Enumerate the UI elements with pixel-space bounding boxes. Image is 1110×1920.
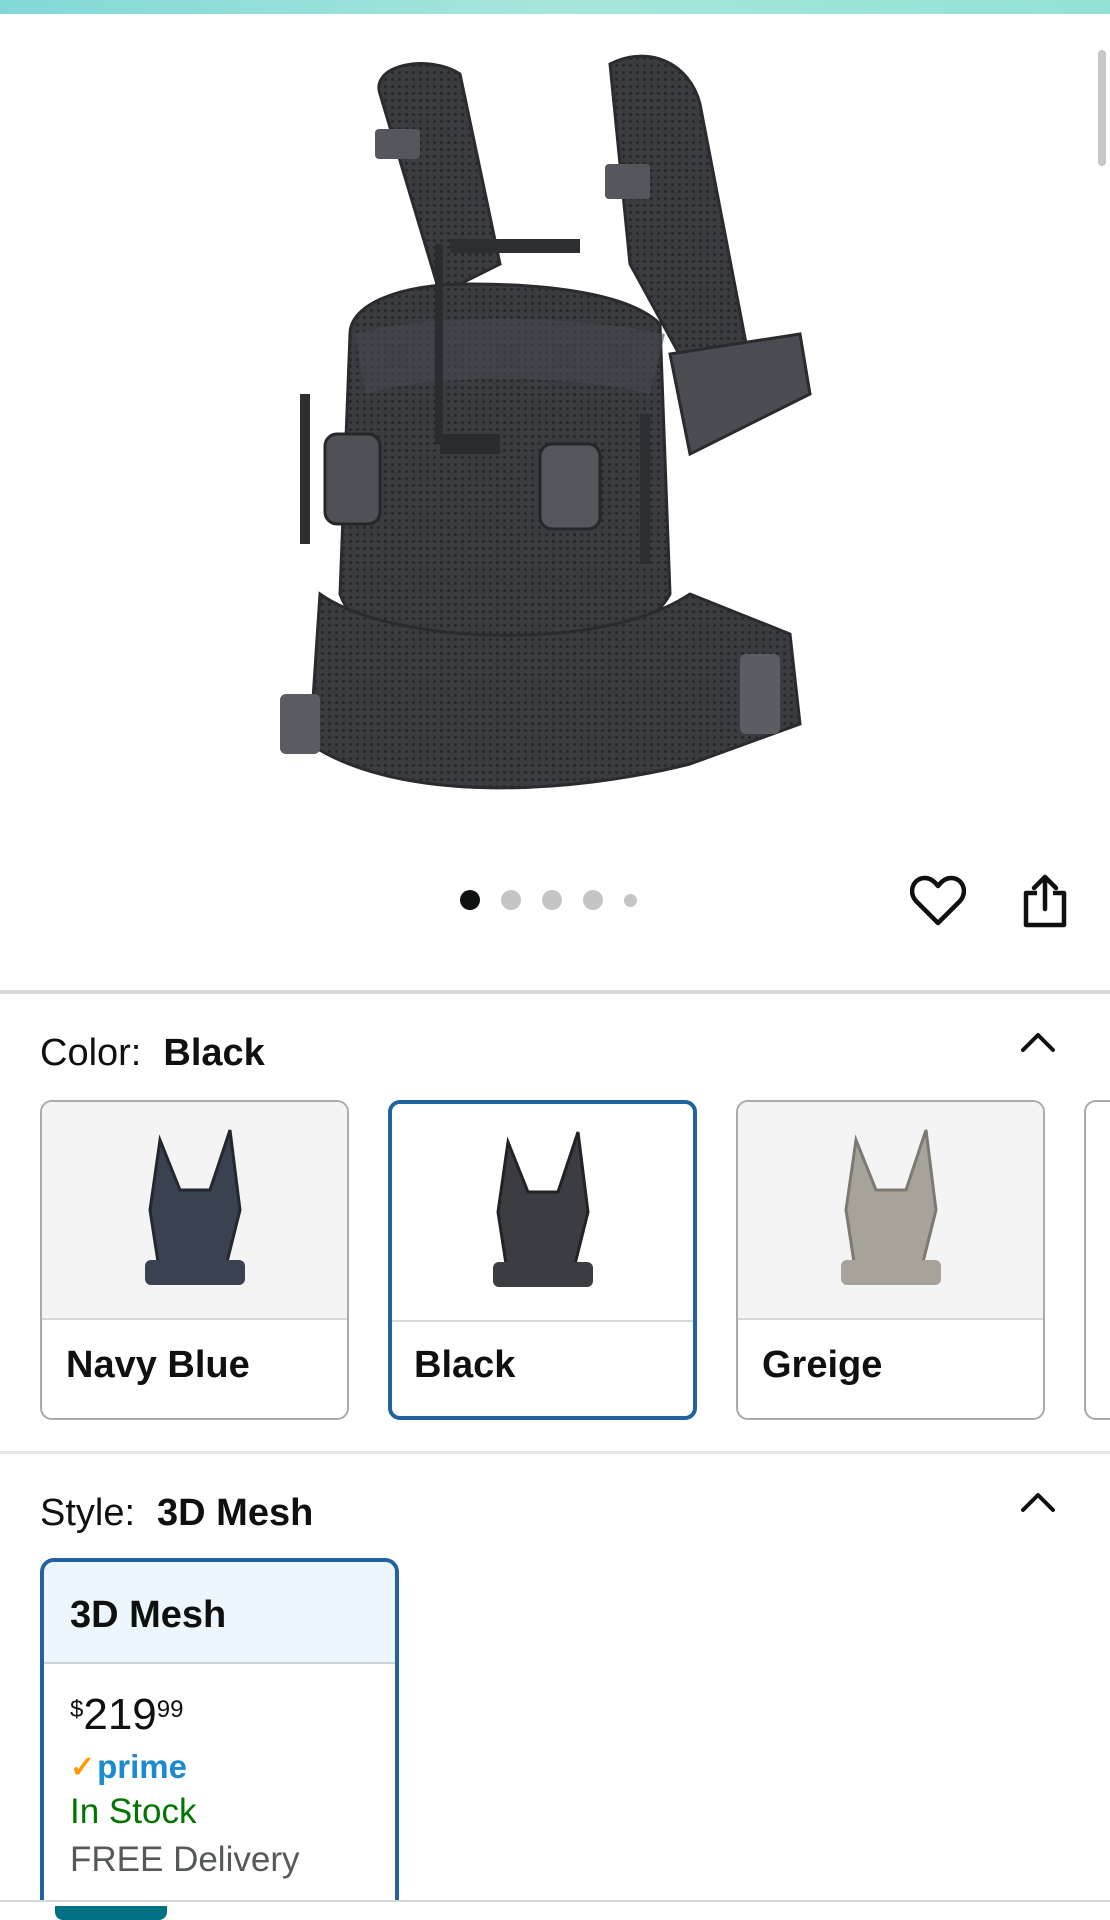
carrier-thumbnail (144, 1129, 245, 1285)
color-option-navy-blue[interactable]: Navy Blue (40, 1100, 349, 1420)
carousel-dot[interactable] (624, 893, 637, 907)
carousel-dot[interactable] (542, 890, 562, 910)
color-option-black[interactable]: Black (388, 1100, 697, 1420)
product-image[interactable] (0, 14, 1110, 854)
style-label-key: Style: (40, 1492, 136, 1534)
color-label: Color: Black (40, 1032, 265, 1075)
color-option-label: Navy Blue (66, 1344, 250, 1386)
delivery-info: FREE Delivery (70, 1840, 300, 1879)
price-whole: 219 (83, 1690, 157, 1739)
style-selected-value: 3D Mesh (157, 1492, 314, 1534)
style-option-3d-mesh[interactable]: 3D Mesh $ 219 99 ✓ prime In Stock FREE D… (40, 1558, 399, 1920)
price-symbol: $ (70, 1696, 84, 1723)
chevron-up-icon[interactable] (1018, 1022, 1058, 1062)
color-option-label: Black (414, 1344, 516, 1386)
share-button[interactable] (1012, 868, 1078, 934)
color-option-image (42, 1102, 347, 1320)
prime-badge: ✓ prime (70, 1748, 395, 1786)
top-accent-bar (0, 0, 1110, 14)
prime-label: prime (97, 1748, 188, 1785)
color-option-greige[interactable]: Greige (736, 1100, 1045, 1420)
color-option-partial[interactable] (1084, 1100, 1110, 1420)
heart-icon (910, 875, 966, 926)
wishlist-button[interactable] (905, 868, 971, 934)
color-option-image (392, 1104, 693, 1322)
bottom-tab-indicator[interactable] (55, 1906, 167, 1920)
color-label-key: Color: (40, 1032, 142, 1074)
stock-status: In Stock (70, 1792, 197, 1831)
color-option-image (738, 1102, 1043, 1320)
carousel-dot[interactable] (501, 890, 521, 910)
section-divider (0, 1451, 1110, 1454)
price: $ 219 99 (70, 1692, 395, 1738)
color-selected-value: Black (163, 1032, 265, 1074)
carrier-thumbnail (492, 1131, 593, 1287)
image-carousel-dots[interactable] (460, 890, 637, 910)
color-option-label: Greige (762, 1344, 883, 1386)
prime-check-icon: ✓ (70, 1750, 96, 1784)
share-icon (1023, 874, 1067, 928)
baby-carrier-image (280, 54, 812, 790)
carousel-dot[interactable] (460, 890, 480, 910)
price-fraction: 99 (156, 1696, 184, 1723)
carrier-thumbnail (840, 1129, 941, 1285)
style-option-title: 3D Mesh (44, 1562, 395, 1664)
section-divider (0, 990, 1110, 994)
chevron-up-icon[interactable] (1018, 1482, 1058, 1522)
style-label: Style: 3D Mesh (40, 1492, 313, 1535)
carousel-dot[interactable] (583, 890, 603, 910)
